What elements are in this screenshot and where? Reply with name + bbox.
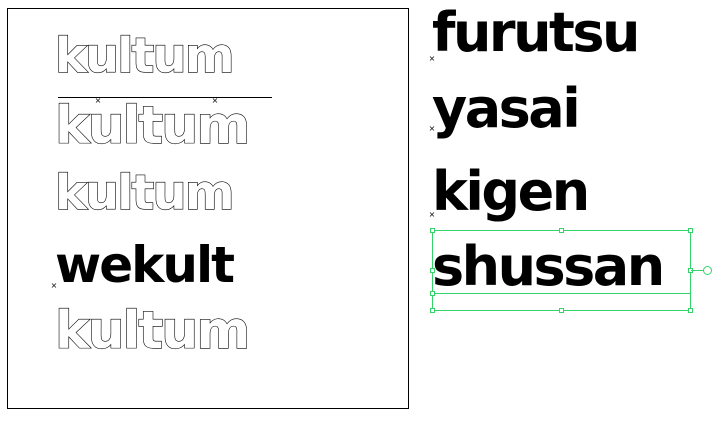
resize-handle-top-right[interactable] <box>688 228 693 233</box>
text-object-yasai[interactable]: yasai <box>432 82 581 136</box>
text-object-wekult[interactable]: wekult <box>55 240 235 290</box>
text-object-kultum-1[interactable]: kultum <box>54 31 235 80</box>
resize-handle-bottom[interactable] <box>559 308 564 313</box>
resize-handle-bottom-left[interactable] <box>430 308 435 313</box>
text-object-kultum-5[interactable]: kultum <box>54 304 251 357</box>
text-object-kigen[interactable]: kigen <box>432 165 590 219</box>
text-object-kultum-2[interactable]: kultum <box>54 99 251 152</box>
selection-baseline <box>432 293 691 294</box>
baseline-handle[interactable] <box>430 291 435 296</box>
resize-handle-top[interactable] <box>559 228 564 233</box>
selection-bounding-box[interactable] <box>432 230 691 311</box>
text-object-furutsu[interactable]: furutsu <box>432 6 640 60</box>
rotate-handle-icon[interactable] <box>703 266 712 275</box>
text-object-kultum-3[interactable]: kultum <box>54 168 235 217</box>
resize-handle-left[interactable] <box>430 268 435 273</box>
resize-handle-top-left[interactable] <box>430 228 435 233</box>
resize-handle-bottom-right[interactable] <box>688 308 693 313</box>
